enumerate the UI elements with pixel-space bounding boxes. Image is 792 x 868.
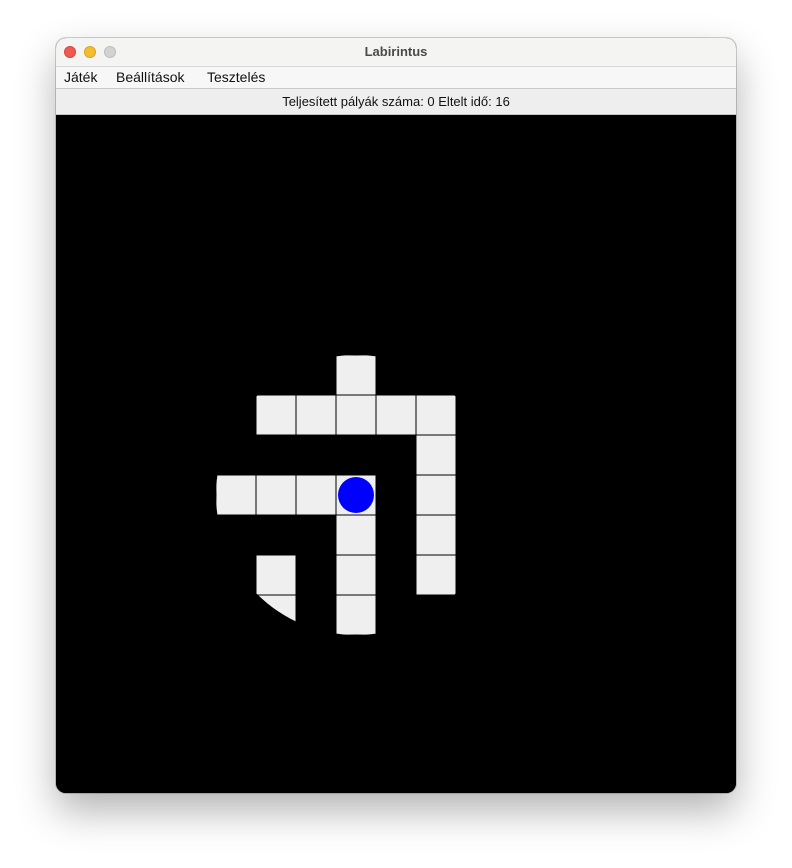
maze-path-cell — [255, 554, 297, 596]
maze-path-cell — [375, 394, 417, 436]
title-bar: Labirintus — [56, 38, 736, 67]
maze-path-cell — [335, 514, 377, 556]
menu-beallitasok[interactable]: Beállítások — [116, 69, 184, 85]
maze-path-cell — [295, 474, 337, 516]
status-text: Teljesített pályák száma: 0 Eltelt idő: … — [282, 94, 510, 109]
game-window: Labirintus Játék Beállítások Tesztelés T… — [56, 38, 736, 793]
window-title: Labirintus — [364, 44, 428, 59]
player-ball — [338, 477, 374, 513]
maze-path-cell — [216, 474, 257, 516]
maze-path-cell — [335, 355, 377, 396]
menu-jatek[interactable]: Játék — [64, 69, 97, 85]
maze-path-cell — [255, 474, 297, 516]
maze-path-cell — [415, 554, 457, 596]
maze-path-cell — [295, 394, 337, 436]
maze-path-cell — [255, 394, 297, 436]
maze-canvas[interactable] — [56, 115, 736, 793]
maze-path-cell — [335, 394, 377, 436]
maze-path-cell — [335, 594, 377, 635]
maze-path-cell — [415, 394, 457, 436]
maze-view — [56, 115, 736, 793]
maze-path-cell — [335, 554, 377, 596]
status-bar: Teljesített pályák száma: 0 Eltelt idő: … — [56, 89, 736, 115]
maze-path-cell — [415, 514, 457, 556]
maze-path-cell — [415, 434, 457, 476]
menu-bar: Játék Beállítások Tesztelés — [56, 67, 736, 89]
maze-path-cell — [415, 474, 457, 516]
menu-teszteles[interactable]: Tesztelés — [207, 69, 265, 85]
